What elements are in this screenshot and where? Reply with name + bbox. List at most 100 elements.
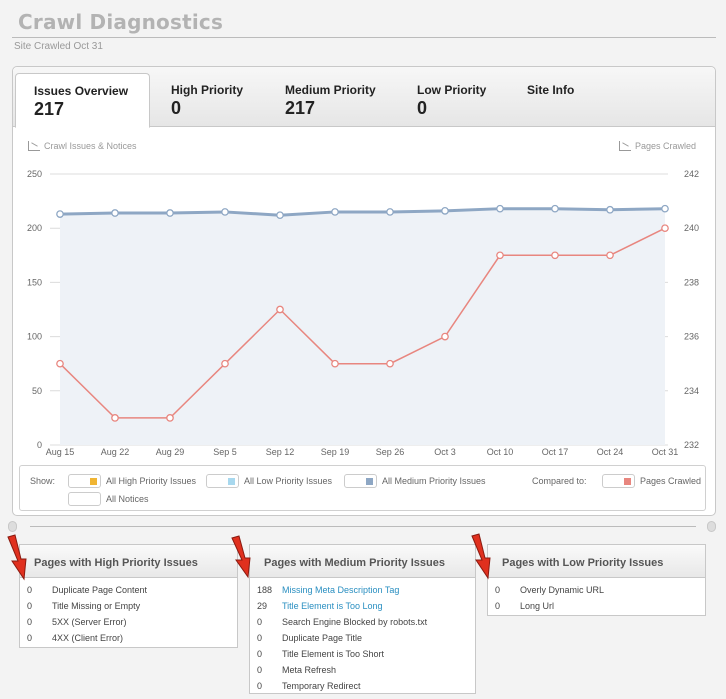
x-tick-label: Sep 12 <box>266 447 295 457</box>
issue-label: Temporary Redirect <box>282 681 361 691</box>
issue-label: Meta Refresh <box>282 665 337 675</box>
swatch-color <box>90 478 97 485</box>
issue-label: 5XX (Server Error) <box>52 617 127 627</box>
issue-row: 0 Meta Refresh <box>250 662 475 678</box>
toggle-label: All High Priority Issues <box>106 476 197 486</box>
red-arrow-icon <box>471 533 491 580</box>
y-tick-right: 234 <box>684 386 699 396</box>
y-tick-right: 236 <box>684 332 699 342</box>
show-label: Show: <box>30 476 56 486</box>
issue-link[interactable]: Title Element is Too Long <box>282 601 383 611</box>
data-point <box>166 414 174 422</box>
toggle-label: Pages Crawled <box>640 476 702 486</box>
scroll-nub-right[interactable] <box>707 521 716 532</box>
data-point <box>386 359 394 368</box>
issue-row[interactable]: 188 Missing Meta Description Tag <box>250 582 475 598</box>
issue-row: 0 Title Element is Too Short <box>250 646 475 662</box>
data-point <box>386 208 394 216</box>
y-tick-left: 150 <box>27 277 42 287</box>
issue-row: 0 Duplicate Page Content <box>20 582 237 598</box>
data-point <box>551 251 559 260</box>
issue-row: 0 Temporary Redirect <box>250 678 475 694</box>
series-area <box>60 208 665 445</box>
data-point <box>221 359 229 368</box>
y-tick-right: 240 <box>684 223 699 233</box>
red-arrow-icon <box>231 535 251 579</box>
issue-row: 0 Search Engine Blocked by robots.txt <box>250 614 475 630</box>
issue-count: 0 <box>27 617 33 627</box>
box-title: Pages with Low Priority Issues <box>488 545 705 578</box>
toggle-high-priority[interactable]: All High Priority Issues <box>68 474 196 488</box>
data-point <box>331 208 339 216</box>
toggle-swatch <box>68 492 101 506</box>
issue-count: 188 <box>257 585 273 595</box>
low-priority-box: Pages with Low Priority Issues 0 Overly D… <box>487 544 706 616</box>
toggle-label: All Notices <box>106 494 149 504</box>
data-point <box>276 305 284 314</box>
issue-count: 0 <box>27 601 33 611</box>
issue-row[interactable]: 29 Title Element is Too Long <box>250 598 475 614</box>
x-tick-label: Oct 3 <box>434 447 456 457</box>
issue-link[interactable]: Missing Meta Description Tag <box>282 585 399 595</box>
compared-label: Compared to: <box>532 476 587 486</box>
data-point <box>56 210 64 218</box>
issue-row: 0 5XX (Server Error) <box>20 614 237 630</box>
data-point <box>111 209 119 217</box>
y-tick-right: 238 <box>684 277 699 287</box>
data-point <box>606 251 614 260</box>
issue-count: 0 <box>27 585 33 595</box>
toggle-swatch <box>68 474 101 488</box>
data-point <box>221 208 229 216</box>
issue-row: 0 Title Missing or Empty <box>20 598 237 614</box>
x-tick-label: Oct 24 <box>597 447 624 457</box>
data-point <box>441 332 449 341</box>
issue-label: Duplicate Page Title <box>282 633 363 643</box>
scroll-nub-left[interactable] <box>8 521 17 532</box>
box-title: Pages with High Priority Issues <box>20 545 237 578</box>
issue-label: Title Element is Too Short <box>282 649 385 659</box>
x-tick-label: Aug 29 <box>156 447 185 457</box>
issue-row: 0 Overly Dynamic URL <box>488 582 705 598</box>
data-point <box>496 251 504 260</box>
section-divider <box>30 526 696 527</box>
issue-count: 0 <box>257 633 263 643</box>
toggle-swatch <box>344 474 377 488</box>
issue-count: 0 <box>27 633 33 643</box>
data-point <box>551 204 559 213</box>
issue-list: 0 Duplicate Page Content 0 Title Missing or… <box>20 578 237 646</box>
issue-count: 0 <box>257 649 263 659</box>
issue-label: Long Url <box>520 601 555 611</box>
toggle-notices[interactable]: All Notices <box>68 492 149 506</box>
x-tick-label: Sep 19 <box>321 447 350 457</box>
data-point <box>606 205 614 214</box>
data-point <box>166 209 174 217</box>
data-point <box>56 359 64 368</box>
issue-count: 0 <box>495 601 501 611</box>
issue-count: 0 <box>257 617 263 627</box>
issue-row: 0 4XX (Client Error) <box>20 630 237 646</box>
x-tick-label: Oct 31 <box>652 447 679 457</box>
show-panel: Show: All High Priority Issues All Low P… <box>19 465 706 511</box>
toggle-label: All Medium Priority Issues <box>382 476 486 486</box>
toggle-swatch <box>602 474 635 488</box>
y-tick-right: 232 <box>684 440 699 450</box>
data-point <box>496 204 504 213</box>
issue-label: 4XX (Client Error) <box>52 633 124 643</box>
y-tick-left: 200 <box>27 223 42 233</box>
y-tick-right: 242 <box>684 169 699 179</box>
swatch-color <box>624 478 631 485</box>
x-tick-label: Sep 26 <box>376 447 405 457</box>
issue-count: 29 <box>257 601 268 611</box>
toggle-pages-crawled[interactable]: Pages Crawled <box>602 474 701 488</box>
data-point <box>276 211 284 220</box>
red-arrow-icon <box>7 534 27 581</box>
issue-list: 0 Overly Dynamic URL 0 Long Url <box>488 578 705 614</box>
x-tick-label: Oct 17 <box>542 447 569 457</box>
toggle-low-priority[interactable]: All Low Priority Issues <box>206 474 332 488</box>
issue-count: 0 <box>495 585 501 595</box>
toggle-medium-priority[interactable]: All Medium Priority Issues <box>344 474 486 488</box>
x-tick-label: Aug 22 <box>101 447 130 457</box>
box-title: Pages with Medium Priority Issues <box>250 545 475 578</box>
issue-row: 0 Duplicate Page Title <box>250 630 475 646</box>
issue-count: 0 <box>257 681 263 691</box>
